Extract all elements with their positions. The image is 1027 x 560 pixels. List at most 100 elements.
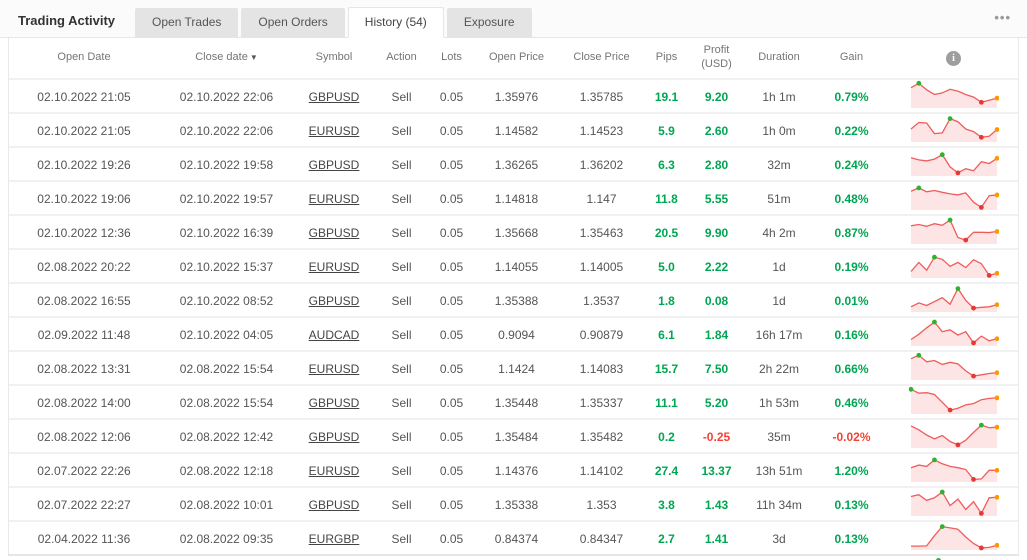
trade-sparkline[interactable] [909, 420, 999, 453]
cell-lots: 0.05 [429, 90, 474, 104]
cell-gain: -0.02% [814, 430, 889, 444]
symbol-link[interactable]: AUDCAD [309, 328, 360, 342]
trade-sparkline[interactable] [909, 182, 999, 215]
symbol-link[interactable]: EURUSD [309, 124, 360, 138]
trade-sparkline[interactable] [909, 522, 999, 555]
cell-gain: 0.19% [814, 260, 889, 274]
symbol-link[interactable]: GBPUSD [309, 158, 360, 172]
col-header-open-price[interactable]: Open Price [474, 51, 559, 65]
cell-pips: 5.0 [644, 260, 689, 274]
more-options-icon[interactable]: ••• [994, 10, 1011, 25]
cell-close-price: 1.14083 [559, 362, 644, 376]
cell-action: Sell [374, 396, 429, 410]
col-header-chart: i [889, 51, 1018, 66]
cell-action: Sell [374, 532, 429, 546]
trade-sparkline[interactable] [909, 454, 999, 487]
cell-pips: 6.3 [644, 158, 689, 172]
cell-close-price: 0.90879 [559, 328, 644, 342]
trade-sparkline[interactable] [909, 318, 999, 351]
cell-gain: 0.46% [814, 396, 889, 410]
cell-pips: 11.8 [644, 192, 689, 206]
trade-sparkline[interactable] [909, 352, 999, 385]
cell-lots: 0.05 [429, 260, 474, 274]
symbol-link[interactable]: EURUSD [309, 464, 360, 478]
trade-sparkline[interactable] [909, 216, 999, 249]
trade-sparkline[interactable] [909, 488, 999, 521]
symbol-link[interactable]: EURUSD [309, 260, 360, 274]
trade-sparkline[interactable] [909, 284, 999, 317]
trade-sparkline[interactable] [909, 80, 999, 113]
cell-close-date: 02.10.2022 15:37 [159, 260, 294, 274]
cell-close-price: 1.35463 [559, 226, 644, 240]
symbol-link[interactable]: GBPUSD [309, 498, 360, 512]
cell-open-price: 1.35976 [474, 90, 559, 104]
symbol-link[interactable]: EURUSD [309, 362, 360, 376]
cell-gain: 0.48% [814, 192, 889, 206]
symbol-link[interactable]: GBPUSD [309, 430, 360, 444]
symbol-link[interactable]: GBPUSD [309, 294, 360, 308]
info-icon[interactable]: i [946, 51, 961, 66]
cell-open-date: 02.08.2022 12:06 [9, 430, 159, 444]
cell-action: Sell [374, 362, 429, 376]
cell-chart [889, 284, 1018, 317]
cell-symbol: GBPUSD [294, 498, 374, 512]
tab-bar: Trading Activity Open Trades Open Orders… [0, 0, 1027, 38]
cell-action: Sell [374, 124, 429, 138]
cell-action: Sell [374, 158, 429, 172]
col-header-action[interactable]: Action [374, 51, 429, 65]
trade-sparkline[interactable] [909, 114, 999, 147]
cell-close-date: 02.08.2022 15:54 [159, 396, 294, 410]
cell-duration: 1h 53m [744, 396, 814, 410]
cell-duration: 32m [744, 158, 814, 172]
cell-open-price: 1.35668 [474, 226, 559, 240]
cell-open-date: 02.08.2022 16:55 [9, 294, 159, 308]
cell-open-date: 02.10.2022 21:05 [9, 90, 159, 104]
symbol-link[interactable]: GBPUSD [309, 90, 360, 104]
sort-desc-icon: ▼ [250, 53, 258, 62]
col-header-open-date[interactable]: Open Date [9, 51, 159, 65]
col-header-symbol[interactable]: Symbol [294, 51, 374, 65]
cell-open-date: 02.10.2022 12:36 [9, 226, 159, 240]
col-header-profit[interactable]: Profit(USD) [689, 44, 744, 72]
symbol-link[interactable]: EURGBP [309, 532, 360, 546]
cell-duration: 1d [744, 294, 814, 308]
cell-close-date: 02.10.2022 19:57 [159, 192, 294, 206]
table-row: 02.09.2022 11:48 02.10.2022 04:05 AUDCAD… [9, 316, 1018, 350]
cell-symbol: EURUSD [294, 124, 374, 138]
tab-open-trades[interactable]: Open Trades [135, 8, 238, 37]
cell-gain: 0.87% [814, 226, 889, 240]
tab-history[interactable]: History (54) [348, 7, 444, 38]
symbol-link[interactable]: GBPUSD [309, 396, 360, 410]
cell-pips: 11.1 [644, 396, 689, 410]
cell-close-date: 02.08.2022 10:01 [159, 498, 294, 512]
cell-chart [889, 80, 1018, 113]
tab-exposure[interactable]: Exposure [447, 8, 532, 37]
cell-open-price: 1.35484 [474, 430, 559, 444]
col-header-pips[interactable]: Pips [644, 51, 689, 65]
cell-duration: 1d [744, 260, 814, 274]
cell-duration: 11h 34m [744, 498, 814, 512]
symbol-link[interactable]: EURUSD [309, 192, 360, 206]
cell-profit: 13.37 [689, 464, 744, 478]
trade-sparkline[interactable] [909, 148, 999, 181]
col-header-close-price[interactable]: Close Price [559, 51, 644, 65]
col-header-duration[interactable]: Duration [744, 51, 814, 65]
cell-pips: 20.5 [644, 226, 689, 240]
trade-sparkline[interactable] [909, 386, 999, 419]
cell-close-date: 02.10.2022 22:06 [159, 90, 294, 104]
cell-close-date: 02.10.2022 04:05 [159, 328, 294, 342]
tab-open-orders[interactable]: Open Orders [241, 8, 344, 37]
col-header-lots[interactable]: Lots [429, 51, 474, 65]
cell-action: Sell [374, 464, 429, 478]
cell-profit: 5.55 [689, 192, 744, 206]
cell-lots: 0.05 [429, 328, 474, 342]
col-header-close-date[interactable]: Close date▼ [159, 51, 294, 65]
cell-duration: 1h 0m [744, 124, 814, 138]
cell-open-price: 1.14582 [474, 124, 559, 138]
trade-sparkline[interactable] [909, 250, 999, 283]
cell-duration: 2h 22m [744, 362, 814, 376]
symbol-link[interactable]: GBPUSD [309, 226, 360, 240]
col-header-gain[interactable]: Gain [814, 51, 889, 65]
cell-open-date: 02.09.2022 11:48 [9, 328, 159, 342]
cell-profit: 9.90 [689, 226, 744, 240]
